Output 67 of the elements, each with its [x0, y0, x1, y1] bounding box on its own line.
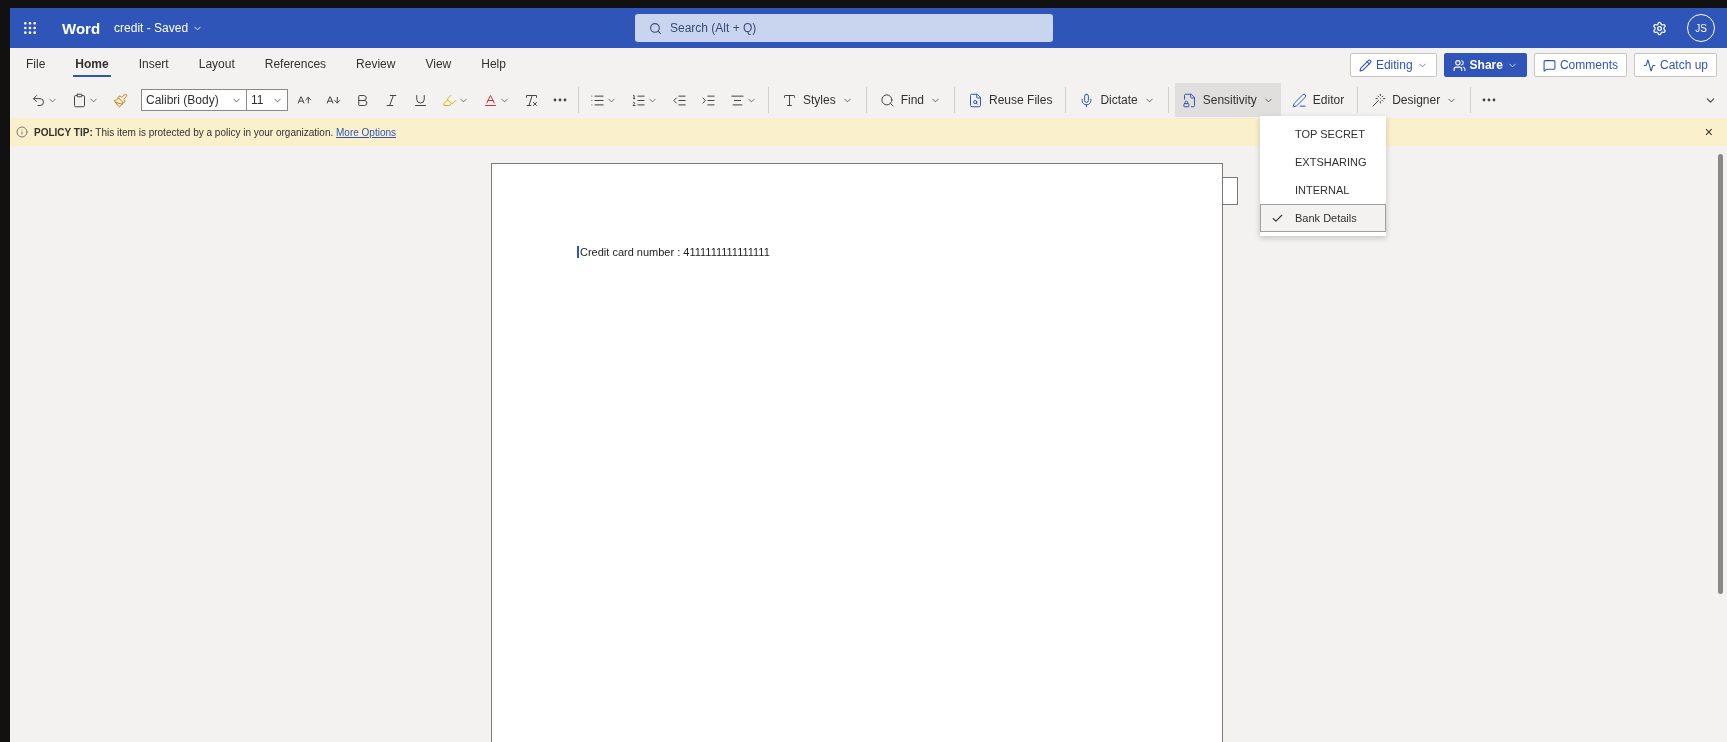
action-button[interactable]: Comments	[1533, 53, 1627, 77]
wand-icon	[1371, 92, 1387, 108]
field-value: 11	[251, 93, 264, 107]
menu-tab[interactable]: Review	[354, 53, 398, 77]
highlighter-icon	[442, 92, 457, 108]
search-icon	[649, 21, 662, 35]
styles-icon	[782, 92, 797, 108]
scrollbar[interactable]	[1718, 154, 1723, 594]
toolbar-button[interactable]: Dictate	[1072, 83, 1162, 117]
menu-tab[interactable]: View	[423, 53, 454, 77]
menu-item[interactable]: INTERNAL	[1260, 176, 1386, 204]
font-field[interactable]: 11	[246, 89, 288, 111]
search-placeholder: Search (Alt + Q)	[670, 21, 757, 35]
menu-tab[interactable]: Layout	[196, 53, 237, 77]
toolbar-button[interactable]: Find	[872, 83, 949, 117]
pen-icon	[1291, 92, 1307, 108]
more-options-link[interactable]: More Options	[336, 126, 397, 138]
menu-item[interactable]: EXTSHARING	[1260, 148, 1386, 176]
clipboard-icon	[72, 92, 87, 108]
settings-icon[interactable]	[1652, 20, 1667, 36]
action-button[interactable]: Editing	[1349, 53, 1437, 77]
toolbar-button[interactable]: Styles	[775, 83, 860, 117]
menu-tab[interactable]: Help	[479, 53, 508, 77]
menu-tab[interactable]: Home	[73, 53, 111, 77]
toolbar-button[interactable]: Editor	[1284, 83, 1352, 117]
app-launcher-icon[interactable]	[22, 20, 38, 36]
font-field[interactable]: Calibri (Body)	[141, 89, 247, 111]
italic-icon	[384, 92, 399, 108]
menu-tab[interactable]: Insert	[136, 53, 171, 77]
people-icon	[1452, 58, 1466, 72]
toolbar-button[interactable]: Sensitivity	[1174, 83, 1281, 117]
undo-icon	[31, 92, 46, 108]
decrease-indent-icon	[672, 92, 687, 108]
more-icon	[1482, 98, 1497, 102]
menu-tab[interactable]: References	[262, 53, 329, 77]
microphone-icon	[1079, 92, 1095, 108]
app-name: Word	[62, 19, 101, 37]
field-value: Calibri (Body)	[146, 93, 219, 107]
policy-tip-text: POLICY TIP: This item is protected by a policy in your organization. More Options	[34, 126, 397, 138]
increase-indent-icon	[701, 92, 716, 108]
file-search-icon	[968, 92, 984, 108]
action-button[interactable]: Share	[1443, 53, 1527, 77]
more-icon	[553, 98, 567, 102]
menu-item[interactable]: Bank Details	[1260, 204, 1386, 232]
action-button[interactable]: Catch up	[1633, 53, 1717, 77]
search-field[interactable]: Search (Alt + Q)	[635, 14, 1053, 42]
align-icon	[730, 92, 745, 108]
underline-icon	[413, 92, 428, 108]
clear-formatting-icon	[524, 92, 539, 108]
document-text: Credit card number : 4111111111111111	[577, 246, 770, 258]
bold-icon	[355, 92, 370, 108]
menu-item[interactable]: TOP SECRET	[1260, 120, 1386, 148]
pulse-icon	[1642, 58, 1656, 72]
menu-tab[interactable]: File	[24, 53, 48, 77]
toolbar-button[interactable]: Designer	[1364, 83, 1465, 117]
info-icon	[16, 126, 28, 138]
close-button[interactable]: ×	[1700, 124, 1717, 140]
numbered-list-icon	[631, 92, 646, 108]
file-lock-icon	[1181, 92, 1197, 108]
document-title[interactable]: credit - Saved	[114, 21, 204, 35]
search-icon	[879, 92, 895, 108]
paintbrush-icon	[113, 92, 128, 108]
toolbar-button[interactable]: Reuse Files	[961, 83, 1060, 117]
bullet-list-icon	[590, 92, 605, 108]
pencil-icon	[1358, 58, 1372, 72]
font-color-icon	[483, 92, 498, 108]
comment-icon	[1542, 58, 1556, 72]
